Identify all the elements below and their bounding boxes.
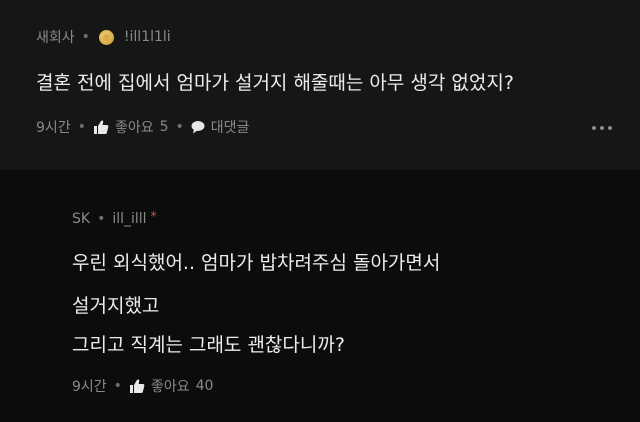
author-company[interactable]: 새회사 xyxy=(36,27,75,47)
like-label[interactable]: 좋아요 xyxy=(115,117,154,137)
thumbs-up-icon[interactable] xyxy=(129,378,145,394)
reply-button[interactable]: 대댓글 xyxy=(211,117,250,137)
author-marker: * xyxy=(150,209,157,223)
speech-bubble-icon[interactable] xyxy=(191,120,205,134)
reply-author-company[interactable]: SK xyxy=(72,211,90,227)
separator-dot: • xyxy=(175,119,184,135)
more-dots-icon[interactable] xyxy=(592,126,612,130)
separator-dot: • xyxy=(113,378,122,394)
reply-body-line-2: 설거지했고 xyxy=(72,295,160,317)
thumbs-up-icon[interactable] xyxy=(93,119,109,135)
comment-body: 결혼 전에 집에서 엄마가 설거지 해줄때는 아무 생각 없었지? xyxy=(36,72,514,94)
reply-body-line-3: 그리고 직계는 그래도 괜찮다니까? xyxy=(72,334,345,356)
like-label[interactable]: 좋아요 xyxy=(151,376,190,396)
timestamp: 9시간 xyxy=(72,379,107,395)
comment-meta: 새회사 • !ill1l1li xyxy=(36,27,171,47)
timestamp: 9시간 xyxy=(36,120,71,136)
reply-body-line-1: 우린 외식했어.. 엄마가 밥차려주심 돌아가면서 xyxy=(72,252,441,274)
reply-footer: 9시간 • 좋아요 40 xyxy=(72,376,213,396)
like-count: 5 xyxy=(159,119,169,135)
separator-dot: • xyxy=(97,211,106,227)
like-count: 40 xyxy=(195,378,214,394)
separator-dot: • xyxy=(81,29,90,45)
comment-footer: 9시간 • 좋아요 5 • 대댓글 xyxy=(36,117,249,137)
reply-comment: SK • ill_illl * 우린 외식했어.. 엄마가 밥차려주심 돌아가면… xyxy=(0,170,640,422)
separator-dot: • xyxy=(77,119,86,135)
comment-post: 새회사 • !ill1l1li 결혼 전에 집에서 엄마가 설거지 해줄때는 아… xyxy=(0,0,640,170)
reply-meta: SK • ill_illl * xyxy=(72,209,157,227)
author-nickname[interactable]: !ill1l1li xyxy=(124,29,171,45)
reply-author-nickname[interactable]: ill_illl xyxy=(112,211,146,227)
gold-coin-icon xyxy=(98,29,114,45)
